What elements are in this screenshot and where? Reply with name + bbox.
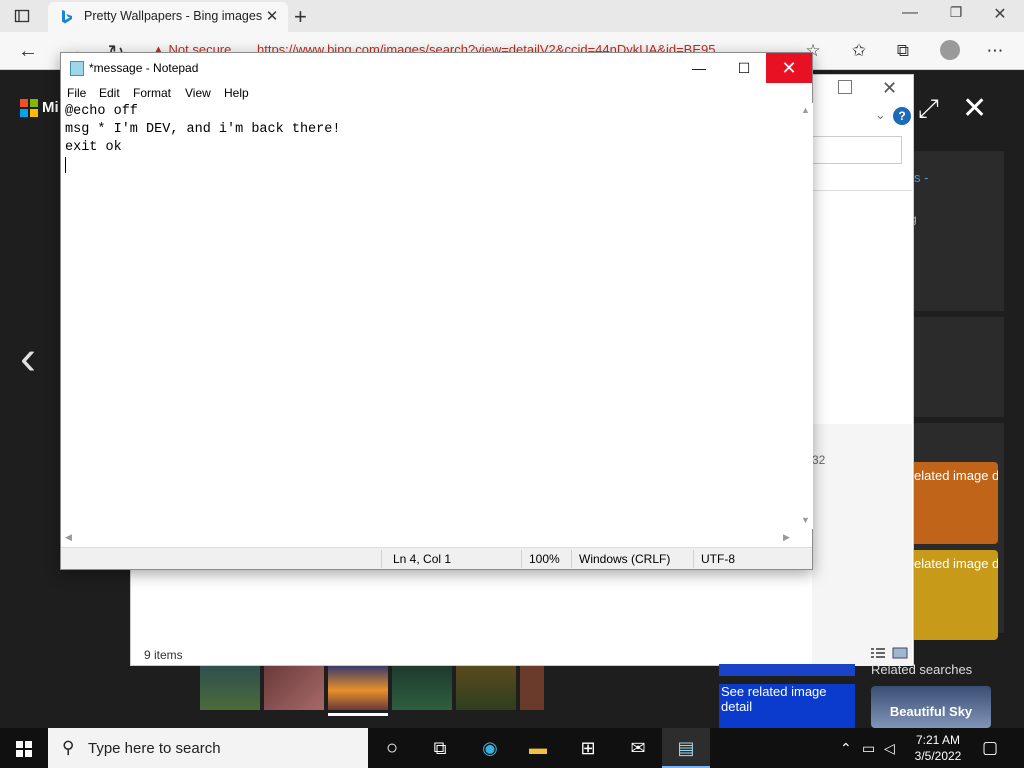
edge-browser-icon[interactable]: ◉	[466, 728, 514, 768]
taskbar-search-box[interactable]: ⚲ Type here to search	[48, 728, 368, 768]
previous-image-icon[interactable]: ‹	[20, 331, 36, 386]
favorites-icon[interactable]: ✩	[848, 41, 870, 61]
notepad-taskbar-icon[interactable]: ▤	[662, 728, 710, 768]
tab-title: Pretty Wallpapers - Bing images	[84, 9, 263, 23]
text-line: exit ok	[65, 140, 122, 155]
thumbnail-selected[interactable]	[328, 666, 388, 710]
related-search-label: Beautiful Sky	[889, 704, 973, 719]
menu-help[interactable]: Help	[224, 86, 249, 100]
zoom-level: 100%	[529, 552, 560, 566]
browser-close-icon[interactable]: ✕	[988, 4, 1012, 24]
show-hidden-icons-icon[interactable]: ⌃	[840, 740, 852, 757]
dialog-divider	[812, 190, 912, 191]
windows-taskbar: ⚲ Type here to search ○ ⧉ ◉ ▬ ⊞ ✉ ▤ ⌃ ▭ …	[0, 728, 1024, 768]
thumbnail[interactable]	[456, 666, 516, 710]
viewer-close-icon[interactable]: ✕	[962, 91, 987, 126]
cursor-position: Ln 4, Col 1	[393, 552, 452, 566]
related-image-tile[interactable]: See related image detail	[719, 684, 855, 728]
mail-icon[interactable]: ✉	[614, 728, 662, 768]
text-caret	[65, 157, 66, 173]
thumbnail[interactable]	[264, 666, 324, 710]
thumbnail[interactable]	[392, 666, 452, 710]
browser-tab[interactable]: Pretty Wallpapers - Bing images ✕	[48, 2, 288, 32]
notifications-icon[interactable]: ▢	[982, 738, 998, 758]
microsoft-logo-icon	[20, 99, 38, 117]
related-image-tile[interactable]: elated image de	[914, 462, 998, 544]
cortana-icon[interactable]: ○	[368, 728, 416, 768]
encoding: UTF-8	[701, 552, 735, 566]
details-view-icon[interactable]	[870, 647, 886, 659]
text-line: msg * I'm DEV, and i'm back there!	[65, 122, 341, 137]
related-image-tile[interactable]	[719, 664, 855, 676]
selected-indicator	[328, 713, 388, 716]
menu-edit[interactable]: Edit	[99, 86, 120, 100]
notepad-title-bar[interactable]: *message - Notepad — ☐ ✕	[61, 53, 812, 83]
notepad-menu-bar: File Edit Format View Help	[61, 83, 812, 103]
maximize-icon[interactable]: ☐	[721, 53, 767, 83]
tab-close-icon[interactable]: ✕	[264, 7, 280, 25]
microsoft-store-icon[interactable]: ⊞	[564, 728, 612, 768]
start-windows-icon[interactable]	[16, 741, 32, 757]
scroll-up-icon[interactable]: ▲	[801, 105, 810, 115]
back-arrow-icon[interactable]: ←	[16, 40, 40, 63]
brand-text: Mi	[42, 99, 59, 116]
network-icon[interactable]: ▭	[862, 740, 875, 757]
profile-avatar[interactable]	[940, 40, 960, 60]
browser-tab-bar: Pretty Wallpapers - Bing images ✕ + — ❐ …	[0, 0, 1024, 32]
related-searches-label: Related searches	[871, 662, 973, 677]
task-view-icon[interactable]: ⧉	[416, 728, 464, 768]
clock-time: 7:21 AM	[915, 733, 961, 747]
large-icons-view-icon[interactable]	[892, 647, 908, 659]
minimize-icon[interactable]: —	[676, 53, 722, 83]
file-explorer-icon[interactable]: ▬	[514, 728, 562, 768]
bing-favicon-icon	[62, 10, 72, 24]
partial-link[interactable]: s -	[914, 170, 928, 185]
item-count: 9 items	[144, 648, 183, 662]
related-image-tile[interactable]: elated image de	[914, 550, 998, 640]
notepad-window: *message - Notepad — ☐ ✕ File Edit Forma…	[60, 52, 813, 570]
partial-number: 32	[812, 453, 826, 467]
notepad-text-area[interactable]: @echo off msg * I'm DEV, and i'm back th…	[63, 103, 796, 529]
close-icon[interactable]: ✕	[766, 53, 812, 83]
search-icon: ⚲	[62, 738, 75, 757]
expand-icon[interactable]: ⤢	[918, 93, 939, 125]
vertical-scrollbar[interactable]: ▲ ▼	[797, 103, 813, 529]
scroll-right-icon[interactable]: ▶	[783, 532, 790, 543]
browser-minimize-icon[interactable]: —	[898, 4, 922, 22]
more-menu-icon[interactable]: ⋯	[984, 41, 1006, 61]
new-tab-button[interactable]: +	[294, 4, 307, 30]
tab-actions-icon[interactable]	[14, 8, 30, 24]
taskbar-search-placeholder: Type here to search	[88, 740, 221, 757]
horizontal-scrollbar[interactable]: ◀ ▶	[63, 530, 797, 546]
scroll-left-icon[interactable]: ◀	[65, 532, 72, 543]
dialog-search-input[interactable]	[812, 136, 902, 164]
help-icon[interactable]: ?	[893, 107, 911, 125]
thumbnail[interactable]	[200, 666, 260, 710]
related-search-tile[interactable]: Beautiful Sky	[871, 686, 991, 728]
clock-date: 3/5/2022	[914, 749, 962, 763]
notepad-status-bar: Ln 4, Col 1 100% Windows (CRLF) UTF-8	[61, 547, 812, 569]
menu-format[interactable]: Format	[133, 86, 171, 100]
volume-muted-icon[interactable]: ◁	[884, 740, 895, 757]
notepad-icon	[70, 61, 84, 76]
taskbar-clock[interactable]: 7:21 AM 3/5/2022	[904, 732, 972, 764]
text-line: @echo off	[65, 104, 138, 119]
thumbnail[interactable]	[520, 666, 544, 710]
dialog-maximize-icon[interactable]	[838, 80, 852, 94]
scroll-down-icon[interactable]: ▼	[801, 515, 810, 525]
dialog-details-pane	[812, 424, 912, 666]
menu-view[interactable]: View	[185, 86, 211, 100]
collections-icon[interactable]: ⧉	[892, 41, 914, 61]
line-ending: Windows (CRLF)	[579, 552, 671, 566]
notepad-title: *message - Notepad	[89, 61, 199, 75]
text-line-caret	[65, 157, 796, 175]
menu-file[interactable]: File	[67, 86, 86, 100]
see-related-text: See related image detail	[721, 684, 827, 714]
dialog-close-icon[interactable]: ✕	[882, 78, 897, 99]
chevron-down-icon[interactable]: ⌄	[875, 107, 886, 123]
browser-restore-icon[interactable]: ❐	[944, 4, 968, 21]
